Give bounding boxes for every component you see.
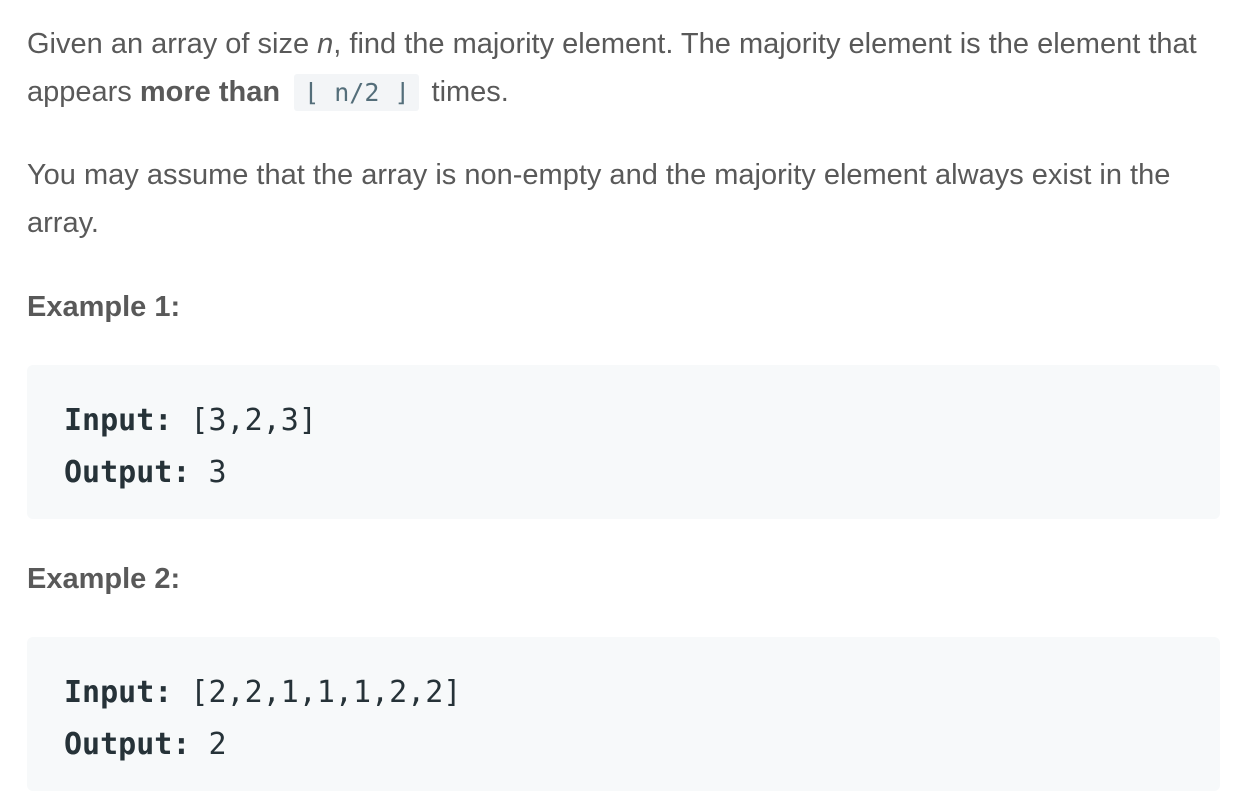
example-1-heading: Example 1:	[27, 291, 181, 323]
output-label: Output:	[64, 455, 191, 490]
example-2-input-line: Input: [2,2,1,1,1,2,2]	[64, 667, 1220, 719]
statement-text-3: times.	[423, 76, 509, 108]
statement-variable-n: n	[317, 28, 334, 60]
inline-code-floor: ⌊ n/2 ⌋	[294, 74, 420, 111]
output-value: 3	[190, 455, 227, 490]
example-1-output-line: Output: 3	[64, 447, 1220, 499]
example-2-codeblock: Input: [2,2,1,1,1,2,2] Output: 2	[27, 637, 1220, 791]
example-1-codeblock: Input: [3,2,3] Output: 3	[27, 365, 1220, 519]
output-value: 2	[190, 727, 227, 762]
assumption-statement: You may assume that the array is non-emp…	[27, 159, 1171, 239]
input-value: [2,2,1,1,1,2,2]	[172, 675, 462, 710]
problem-statement: Given an array of size n, find the major…	[27, 20, 1220, 117]
example-1-input-line: Input: [3,2,3]	[64, 395, 1220, 447]
example-2-output-line: Output: 2	[64, 719, 1220, 771]
statement-text-1: Given an array of size	[27, 28, 318, 60]
example-2-heading: Example 2:	[27, 563, 181, 595]
input-value: [3,2,3]	[172, 403, 317, 438]
output-label: Output:	[64, 727, 191, 762]
input-label: Input:	[64, 675, 173, 710]
statement-bold-text: more than	[139, 76, 281, 108]
problem-description: Given an array of size n, find the major…	[27, 20, 1220, 791]
input-label: Input:	[64, 403, 173, 438]
